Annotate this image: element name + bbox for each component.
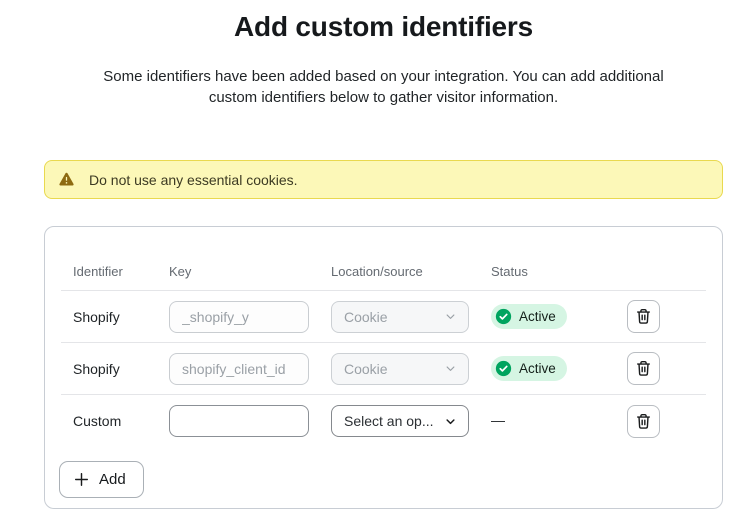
table-row: Shopify Cookie (61, 343, 706, 395)
location-source-value: Cookie (344, 361, 388, 377)
table-header-row: Identifier Key Location/source Status (61, 263, 706, 291)
page-title: Add custom identifiers (44, 11, 723, 43)
status-badge-text: Active (519, 361, 556, 376)
column-header-location-source: Location/source (331, 263, 491, 281)
add-button-label: Add (99, 471, 126, 488)
trash-icon (634, 412, 653, 431)
status-badge: Active (491, 356, 567, 381)
warning-icon (58, 171, 75, 188)
trash-icon (634, 307, 653, 326)
check-circle-icon (495, 360, 512, 377)
column-header-identifier: Identifier (73, 263, 169, 281)
key-input (169, 353, 309, 385)
location-source-select[interactable]: Select an op... (331, 405, 469, 437)
delete-row-button[interactable] (627, 352, 660, 385)
add-custom-identifiers-page: Add custom identifiers Some identifiers … (44, 11, 723, 509)
location-source-select: Cookie (331, 301, 469, 333)
delete-row-button[interactable] (627, 405, 660, 438)
identifiers-card: Identifier Key Location/source Status Sh… (44, 226, 723, 509)
location-source-value: Select an op... (344, 413, 434, 429)
table-row: Custom Select an op... — (61, 395, 706, 447)
check-circle-icon (495, 308, 512, 325)
identifier-label: Shopify (73, 309, 169, 325)
chevron-down-icon (443, 414, 458, 429)
plus-icon (73, 471, 90, 488)
chevron-down-icon (443, 361, 458, 376)
column-header-key: Key (169, 263, 331, 281)
status-badge: Active (491, 304, 567, 329)
column-header-status: Status (491, 263, 627, 281)
table-row: Shopify Cookie (61, 291, 706, 343)
warning-banner-text: Do not use any essential cookies. (89, 172, 298, 188)
identifier-label: Custom (73, 413, 169, 429)
key-input[interactable] (169, 405, 309, 437)
trash-icon (634, 359, 653, 378)
location-source-value: Cookie (344, 309, 388, 325)
status-badge-text: Active (519, 309, 556, 324)
warning-banner: Do not use any essential cookies. (44, 160, 723, 199)
delete-row-button[interactable] (627, 300, 660, 333)
key-input (169, 301, 309, 333)
chevron-down-icon (443, 309, 458, 324)
location-source-select: Cookie (331, 353, 469, 385)
add-identifier-button[interactable]: Add (59, 461, 144, 498)
identifier-label: Shopify (73, 361, 169, 377)
status-empty-dash: — (491, 412, 505, 428)
page-subtitle: Some identifiers have been added based o… (101, 66, 666, 108)
